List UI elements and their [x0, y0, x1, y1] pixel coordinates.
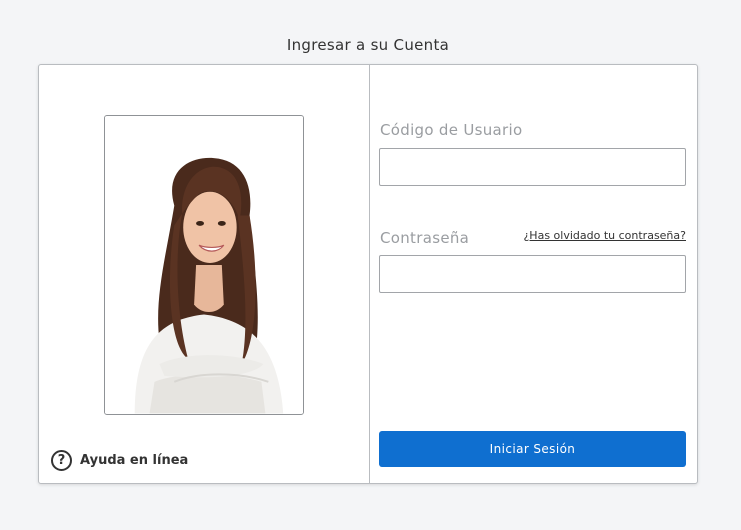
woman-portrait-image: [105, 116, 303, 414]
username-label: Código de Usuario: [380, 121, 523, 139]
login-page: Ingresar a su Cuenta ? Ayuda en línea Có…: [0, 0, 741, 530]
password-label: Contraseña: [380, 229, 470, 247]
username-input[interactable]: [379, 148, 686, 186]
online-help-label: Ayuda en línea: [80, 452, 189, 468]
card-divider: [369, 65, 370, 483]
online-help-link[interactable]: ? Ayuda en línea: [51, 449, 188, 471]
login-button[interactable]: Iniciar Sesión: [379, 431, 686, 467]
forgot-password-link[interactable]: ¿Has olvidado tu contraseña?: [523, 229, 686, 242]
password-input[interactable]: [379, 255, 686, 293]
login-card: ? Ayuda en línea Código de Usuario Contr…: [38, 64, 698, 484]
profile-photo: [104, 115, 304, 415]
page-title: Ingresar a su Cuenta: [286, 36, 450, 54]
question-circle-icon: ?: [51, 449, 72, 471]
